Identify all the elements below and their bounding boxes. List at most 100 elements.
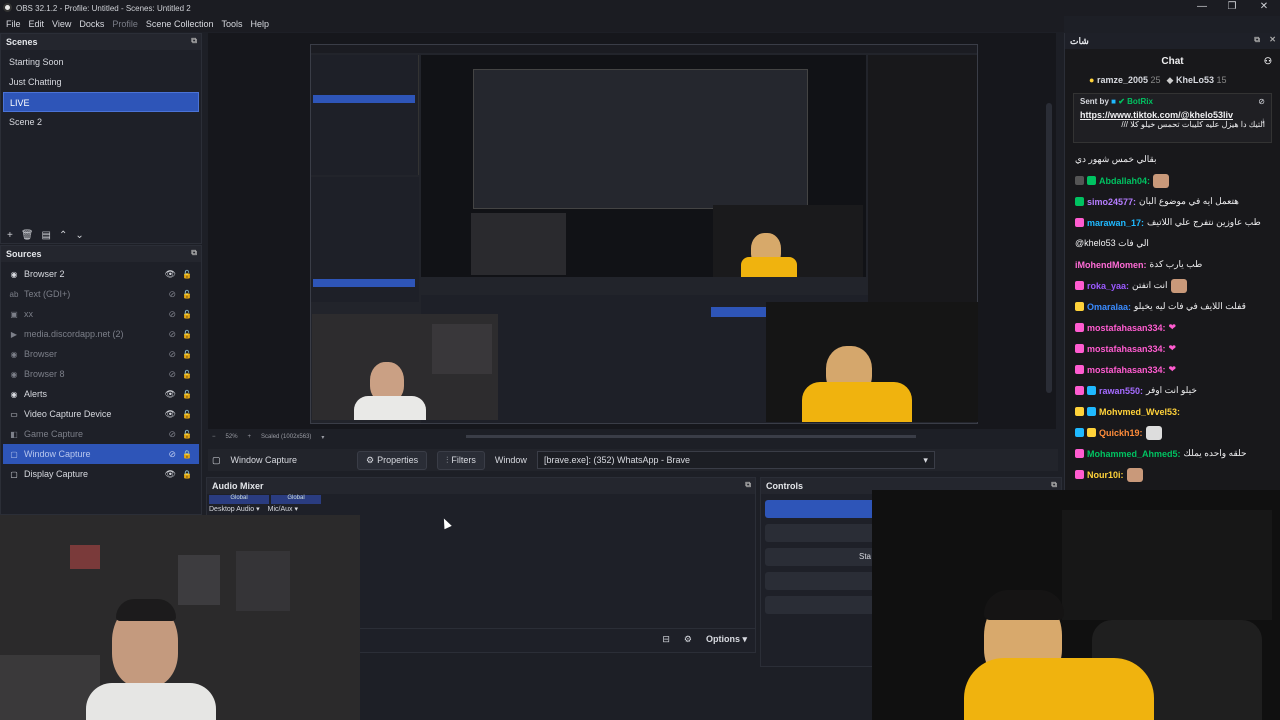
expand-arrow-icon[interactable]: ↓: [1261, 116, 1265, 125]
unpin-icon[interactable]: ⊘: [1258, 97, 1265, 106]
chat-message: Mohvmed_Wvel53:: [1065, 401, 1280, 422]
scene-item-scene-2[interactable]: Scene 2: [3, 112, 199, 132]
popout-icon[interactable]: ⧉: [745, 480, 751, 490]
lock-icon[interactable]: 🔓: [182, 330, 192, 339]
source-item[interactable]: ▣ xx ⊘ 🔓: [3, 304, 199, 324]
scene-item-starting-soon[interactable]: Starting Soon: [3, 52, 199, 72]
message-user[interactable]: Abdallah04:: [1099, 176, 1150, 186]
scene-item-live[interactable]: LIVE: [3, 92, 199, 112]
properties-button[interactable]: ⚙ Properties: [357, 450, 428, 470]
popout-icon[interactable]: ⧉: [191, 36, 197, 46]
lock-icon[interactable]: 🔓: [182, 390, 192, 399]
source-item[interactable]: ◧ Game Capture ⊘ 🔓: [3, 424, 199, 444]
chat-message: Mohammed_Ahmed5: حلقه واحده يملك: [1065, 443, 1280, 464]
maximize-button[interactable]: ❐: [1216, 0, 1248, 16]
source-item[interactable]: ◉ Browser 8 ⊘ 🔓: [3, 364, 199, 384]
message-user[interactable]: mostafahasan334:: [1087, 323, 1166, 333]
menu-tools[interactable]: Tools: [217, 19, 246, 29]
message-user[interactable]: Quickh19:: [1099, 428, 1143, 438]
desktop-audio-label[interactable]: Desktop Audio ▾: [209, 505, 260, 513]
source-item[interactable]: ◉ Alerts 👁 🔓: [3, 384, 199, 404]
popout-icon[interactable]: ⧉: [1254, 35, 1260, 45]
source-label: xx: [24, 309, 33, 319]
message-user[interactable]: Nour10i:: [1087, 470, 1124, 480]
source-toolbar: ▢ Window Capture ⚙ Properties ⫶ Filters Wi…: [208, 449, 1058, 471]
source-item-selected[interactable]: ▢ Window Capture ⊘ 🔒: [3, 444, 199, 464]
eye-hidden-icon[interactable]: ⊘: [168, 429, 176, 440]
menu-scene-collection[interactable]: Scene Collection: [142, 19, 218, 29]
lock-icon[interactable]: 🔓: [182, 290, 192, 299]
pinned-text: التيك دا هيزل عليه كليبات تحمس خيلو كلا …: [1121, 120, 1265, 129]
popout-icon[interactable]: ⧉: [191, 248, 197, 258]
move-down-icon[interactable]: ⌄: [75, 230, 83, 241]
controls-title: Controls: [766, 481, 803, 491]
message-user[interactable]: mostafahasan334:: [1087, 344, 1166, 354]
layout-icon[interactable]: ⊟: [662, 634, 670, 645]
message-user[interactable]: mostafahasan334:: [1087, 365, 1166, 375]
move-up-icon[interactable]: ⌃: [59, 230, 67, 241]
eye-hidden-icon[interactable]: ⊘: [168, 349, 176, 360]
source-item[interactable]: ▭ Video Capture Device 👁 🔓: [3, 404, 199, 424]
message-user[interactable]: iMohendMomen:: [1075, 260, 1147, 270]
advanced-audio-icon[interactable]: ⚙: [684, 634, 692, 645]
message-user[interactable]: roka_yaa:: [1087, 281, 1129, 291]
zoom-out-icon[interactable]: −: [212, 434, 216, 440]
eye-hidden-icon[interactable]: ⊘: [168, 289, 176, 300]
scale-dropdown-icon[interactable]: ▾: [321, 434, 324, 441]
filters-button[interactable]: ⫶ Filters: [437, 450, 485, 470]
message-user[interactable]: Mohvmed_Wvel53:: [1099, 407, 1180, 417]
lock-icon[interactable]: 🔓: [182, 410, 192, 419]
remove-scene-icon[interactable]: 🗑: [21, 230, 34, 241]
menu-profile[interactable]: Profile: [108, 19, 142, 29]
source-label: Window Capture: [24, 449, 91, 459]
menu-help[interactable]: Help: [246, 19, 273, 29]
menu-file[interactable]: File: [2, 19, 25, 29]
globe-icon: ◉: [10, 369, 18, 379]
eye-icon[interactable]: 👁: [165, 469, 176, 480]
mic-aux-label[interactable]: Mic/Aux ▾: [268, 505, 298, 513]
scene-filter-icon[interactable]: ▤: [42, 230, 51, 241]
nested-webcam-left: [471, 213, 566, 275]
eye-hidden-icon[interactable]: ⊘: [168, 369, 176, 380]
mixer-options-button[interactable]: Options ▾: [706, 634, 747, 645]
source-item[interactable]: ▶ media.discordapp.net (2) ⊘ 🔓: [3, 324, 199, 344]
eye-hidden-icon[interactable]: ⊘: [168, 309, 176, 320]
eye-icon[interactable]: 👁: [165, 389, 176, 400]
message-user[interactable]: Omaralaa:: [1087, 302, 1131, 312]
popout-icon[interactable]: ⧉: [1051, 480, 1057, 490]
message-user[interactable]: simo24577:: [1087, 197, 1136, 207]
horizontal-scrollbar[interactable]: [466, 435, 916, 438]
message-user[interactable]: rawan550:: [1099, 386, 1143, 396]
lock-icon[interactable]: 🔓: [182, 370, 192, 379]
lock-icon[interactable]: 🔓: [182, 350, 192, 359]
eye-icon[interactable]: 👁: [165, 269, 176, 280]
vertical-scrollbar[interactable]: [1046, 103, 1052, 393]
pinned-link[interactable]: https://www.tiktok.com/@khelo53liv: [1080, 110, 1265, 120]
message-user[interactable]: Mohammed_Ahmed5:: [1087, 449, 1181, 459]
window-select[interactable]: [brave.exe]: (352) WhatsApp - Brave ▾: [536, 451, 935, 469]
source-item[interactable]: ◉ Browser ⊘ 🔓: [3, 344, 199, 364]
lock-icon[interactable]: 🔓: [182, 310, 192, 319]
users-icon[interactable]: ⚇: [1264, 56, 1272, 67]
eye-icon[interactable]: 👁: [165, 409, 176, 420]
zoom-in-icon[interactable]: +: [248, 434, 252, 440]
eye-hidden-icon[interactable]: ⊘: [168, 449, 176, 460]
close-icon[interactable]: ✕: [1269, 35, 1276, 44]
source-item[interactable]: ▢ Display Capture 👁 🔒: [3, 464, 199, 484]
eye-hidden-icon[interactable]: ⊘: [168, 329, 176, 340]
minimize-button[interactable]: —: [1186, 0, 1218, 16]
add-scene-icon[interactable]: +: [7, 230, 13, 241]
menu-view[interactable]: View: [48, 19, 75, 29]
pinned-user: ● ramze_2005 25: [1089, 75, 1161, 85]
menu-docks[interactable]: Docks: [75, 19, 108, 29]
scene-item-just-chatting[interactable]: Just Chatting: [3, 72, 199, 92]
lock-icon[interactable]: 🔒: [182, 450, 192, 459]
lock-icon[interactable]: 🔒: [182, 470, 192, 479]
lock-icon[interactable]: 🔓: [182, 430, 192, 439]
lock-icon[interactable]: 🔓: [182, 270, 192, 279]
menu-edit[interactable]: Edit: [25, 19, 49, 29]
message-user[interactable]: marawan_17:: [1087, 218, 1144, 228]
close-button[interactable]: ✕: [1248, 0, 1280, 16]
source-item[interactable]: ab Text (GDI+) ⊘ 🔓: [3, 284, 199, 304]
source-item[interactable]: ◉ Browser 2 👁 🔓: [3, 264, 199, 284]
